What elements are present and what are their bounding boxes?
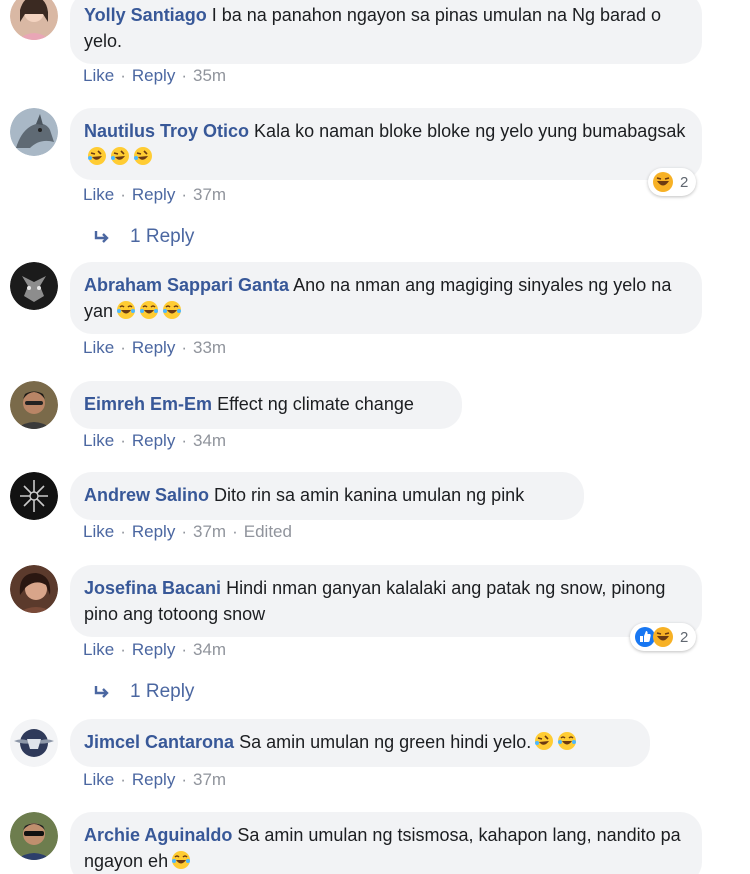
comment-bubble: Andrew Salino Dito rin sa amin kanina um… [70,472,584,520]
replies-label[interactable]: 1 Reply [130,681,194,703]
reply-link[interactable]: Reply [132,640,175,659]
joy-emoji [162,300,182,320]
rofl-emoji [87,146,107,166]
comment-feed: Yolly Santiago I ba na panahon ngayon sa… [0,0,750,874]
comment-author[interactable]: Andrew Salino [84,485,209,505]
reply-arrow-icon [92,682,112,702]
comment-bubble: Josefina Bacani Hindi nman ganyan kalala… [70,565,702,637]
comment-bubble: Yolly Santiago I ba na panahon ngayon sa… [70,0,702,64]
joy-emoji [116,300,136,320]
comment-text: Sa amin umulan ng green hindi yelo. [239,732,532,752]
rofl-emoji [534,731,554,751]
avatar[interactable] [10,0,58,40]
haha-reaction-icon [652,171,674,193]
reply-link[interactable]: Reply [132,66,175,85]
avatar[interactable] [10,108,58,156]
separator: · [181,185,187,204]
comment-bubble: Archie Aguinaldo Sa amin umulan ng tsism… [70,812,702,874]
like-link[interactable]: Like [83,185,114,204]
edited-label[interactable]: Edited [244,522,292,541]
rofl-emoji [110,146,130,166]
avatar[interactable] [10,472,58,520]
comment-actions: Like · Reply · 37m · Edited [83,522,292,542]
comment-author[interactable]: Josefina Bacani [84,578,221,598]
comment-author[interactable]: Jimcel Cantarona [84,732,234,752]
comment-bubble: Jimcel Cantarona Sa amin umulan ng green… [70,719,650,767]
comment-bubble: Nautilus Troy Otico Kala ko naman bloke … [70,108,702,180]
separator: · [120,338,126,357]
reply-link[interactable]: Reply [132,431,175,450]
reply-arrow-icon [92,227,112,247]
reaction-count: 2 [680,173,689,191]
separator: · [232,522,238,541]
comment-timestamp[interactable]: 37m [193,185,226,204]
comment-actions: Like · Reply · 37m [83,770,226,790]
like-link[interactable]: Like [83,66,114,85]
comment-actions: Like · Reply · 34m [83,431,226,451]
comment-actions: Like · Reply · 33m [83,338,226,358]
separator: · [120,522,126,541]
separator: · [120,431,126,450]
comment-actions: Like · Reply · 37m [83,185,226,205]
comment-bubble: Abraham Sappari Ganta Ano na nman ang ma… [70,262,702,334]
comment-author[interactable]: Yolly Santiago [84,5,207,25]
separator: · [181,66,187,85]
comment-author[interactable]: Abraham Sappari Ganta [84,275,289,295]
comment-actions: Like · Reply · 35m [83,66,226,86]
avatar[interactable] [10,565,58,613]
separator: · [120,66,126,85]
comment-actions: Like · Reply · 34m [83,640,226,660]
avatar[interactable] [10,719,58,767]
like-link[interactable]: Like [83,770,114,789]
separator: · [181,640,187,659]
comment-text: Effect ng climate change [217,394,414,414]
reply-link[interactable]: Reply [132,338,175,357]
comment-text: Kala ko naman bloke bloke ng yelo yung b… [254,121,686,141]
separator: · [181,431,187,450]
comment-author[interactable]: Archie Aguinaldo [84,825,232,845]
avatar[interactable] [10,381,58,429]
like-link[interactable]: Like [83,431,114,450]
reply-link[interactable]: Reply [132,522,175,541]
comment-timestamp[interactable]: 35m [193,66,226,85]
comment-timestamp[interactable]: 34m [193,640,226,659]
reply-link[interactable]: Reply [132,770,175,789]
view-replies-link[interactable]: 1 Reply [92,226,194,248]
like-link[interactable]: Like [83,522,114,541]
separator: · [120,185,126,204]
separator: · [120,640,126,659]
haha-reaction-icon [652,626,674,648]
avatar[interactable] [10,262,58,310]
comment-timestamp[interactable]: 33m [193,338,226,357]
rofl-emoji [133,146,153,166]
reaction-count: 2 [680,628,689,646]
comment-timestamp[interactable]: 37m [193,770,226,789]
joy-emoji [171,850,191,870]
view-replies-link[interactable]: 1 Reply [92,681,194,703]
separator: · [181,770,187,789]
replies-label[interactable]: 1 Reply [130,226,194,248]
like-link[interactable]: Like [83,640,114,659]
separator: · [181,522,187,541]
comment-timestamp[interactable]: 34m [193,431,226,450]
like-link[interactable]: Like [83,338,114,357]
comment-author[interactable]: Eimreh Em-Em [84,394,212,414]
comment-text: Dito rin sa amin kanina umulan ng pink [214,485,525,505]
comment-bubble: Eimreh Em-Em Effect ng climate change [70,381,462,429]
avatar[interactable] [10,812,58,860]
joy-emoji [557,731,577,751]
comment-author[interactable]: Nautilus Troy Otico [84,121,249,141]
reaction-summary[interactable]: 2 [630,623,697,651]
joy-emoji [139,300,159,320]
reply-link[interactable]: Reply [132,185,175,204]
separator: · [120,770,126,789]
separator: · [181,338,187,357]
comment-timestamp[interactable]: 37m [193,522,226,541]
reaction-summary[interactable]: 2 [648,168,697,196]
